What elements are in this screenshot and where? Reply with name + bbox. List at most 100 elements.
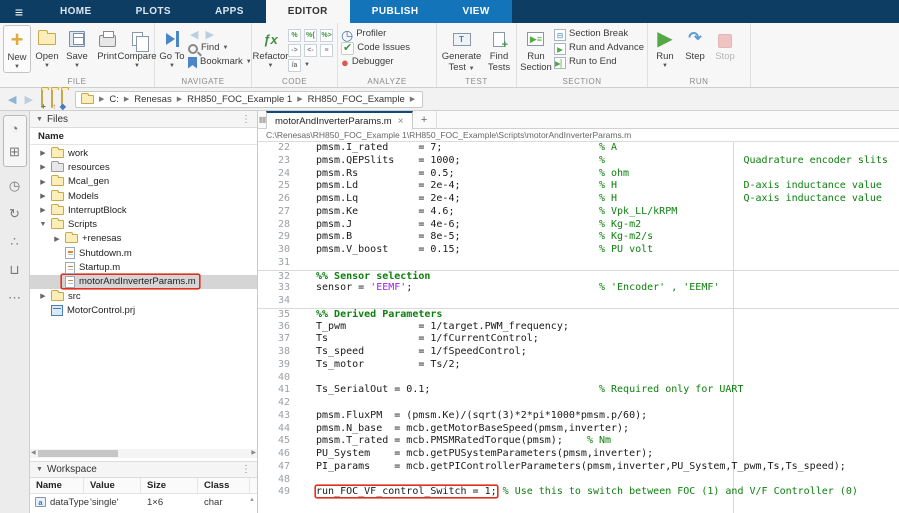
- collapsed-arrow-icon[interactable]: ▶: [52, 235, 62, 243]
- new-folder-icon[interactable]: +: [41, 90, 43, 108]
- cluster-icon[interactable]: ∴: [4, 231, 26, 253]
- collapse-arrow-icon[interactable]: ▼: [36, 466, 43, 473]
- tab-apps[interactable]: APPS: [193, 0, 266, 23]
- file-tree-item-mcal-gen[interactable]: ▶Mcal_gen: [30, 175, 257, 189]
- compare-button[interactable]: Compare▼: [123, 25, 151, 71]
- collapsed-arrow-icon[interactable]: ▶: [38, 206, 48, 214]
- workspace-col-name[interactable]: Name: [30, 478, 84, 494]
- tab-home[interactable]: HOME: [38, 0, 114, 23]
- section-break-button[interactable]: ⊟ Section Break: [554, 28, 644, 41]
- collapsed-arrow-icon[interactable]: ▶: [38, 149, 48, 157]
- indent-right-icon[interactable]: ->: [288, 44, 301, 57]
- file-tree-item-work[interactable]: ▶work: [30, 146, 257, 160]
- file-tree-item-shutdown-m[interactable]: Shutdown.m: [30, 246, 257, 260]
- file-tree-item-resources[interactable]: ▶resources: [30, 160, 257, 174]
- workspace-row[interactable]: a dataType 'single' 1×6 char: [30, 495, 257, 510]
- tab-editor[interactable]: EDITOR: [266, 0, 350, 23]
- find-button[interactable]: Find▼: [188, 42, 252, 55]
- breadcrumb[interactable]: ▶ C: ▶ Renesas ▶ RH850_FOC_Example 1 ▶ R…: [75, 91, 423, 108]
- code-area[interactable]: 22pmsm.I_rated = 7; % A23pmsm.QEPSlits =…: [258, 142, 899, 513]
- collapse-arrow-icon[interactable]: ▼: [36, 116, 43, 123]
- run-button[interactable]: ▶ Run▼: [651, 25, 679, 71]
- new-button[interactable]: + New▼: [3, 25, 31, 73]
- archive-box-icon[interactable]: ⊔: [4, 259, 26, 281]
- save-dropdown-arrow[interactable]: ▼: [74, 63, 80, 70]
- dependency-icon[interactable]: ↻: [4, 203, 26, 225]
- workspace-col-value[interactable]: Value: [84, 478, 141, 494]
- code-tools-dropdown-arrow[interactable]: ▼: [304, 59, 318, 72]
- comment-block-icon[interactable]: %{: [304, 29, 317, 42]
- run-dropdown-arrow[interactable]: ▼: [662, 63, 668, 70]
- workspace-panel-header[interactable]: ▼ Workspace ⋮: [30, 461, 257, 478]
- file-tree-item-motorcontrol-prj[interactable]: MotorControl.prj: [30, 303, 257, 317]
- panel-grip-icon[interactable]: ▮▮: [258, 111, 266, 128]
- step-button[interactable]: ↷ Step: [681, 25, 709, 64]
- breadcrumb-segment[interactable]: RH850_FOC_Example 1: [187, 94, 292, 105]
- files-panel-header[interactable]: ▼ Files ⋮: [30, 111, 257, 128]
- debugger-button[interactable]: ● Debugger: [341, 56, 410, 69]
- code-issues-button[interactable]: ✔ Code Issues: [341, 42, 410, 55]
- workspace-scroll-up-icon[interactable]: ▲: [249, 497, 255, 503]
- breadcrumb-segment[interactable]: Renesas: [134, 94, 172, 105]
- tab-close-icon[interactable]: ×: [398, 116, 404, 127]
- scrollbar-thumb[interactable]: [38, 450, 118, 457]
- nav-back-icon[interactable]: ◀: [6, 93, 18, 106]
- run-and-advance-button[interactable]: ▶ Run and Advance: [554, 42, 644, 55]
- files-kebab-icon[interactable]: ⋮: [241, 114, 251, 125]
- editor-tab-active[interactable]: motorAndInverterParams.m ×: [266, 111, 413, 129]
- file-tree-item-startup-m[interactable]: Startup.m: [30, 260, 257, 274]
- files-name-column-header[interactable]: Name: [30, 128, 257, 145]
- indent-left-icon[interactable]: <-: [304, 44, 317, 57]
- workspace-col-size[interactable]: Size: [141, 478, 198, 494]
- nav-forward-icon[interactable]: ▶: [22, 93, 34, 106]
- tab-plots[interactable]: PLOTS: [114, 0, 193, 23]
- collapsed-arrow-icon[interactable]: ▶: [38, 192, 48, 200]
- file-tree-item-scripts[interactable]: ▼Scripts: [30, 217, 257, 231]
- save-button[interactable]: Save▼: [63, 25, 91, 71]
- more-icon[interactable]: ⋯: [4, 287, 26, 309]
- workspace-col-class[interactable]: Class: [198, 478, 250, 494]
- file-tree-item-src[interactable]: ▶src: [30, 289, 257, 303]
- goto-button[interactable]: Go To▼: [158, 25, 186, 71]
- tab-publish[interactable]: PUBLISH: [350, 0, 441, 23]
- run-to-end-button[interactable]: ▶▏ Run to End: [554, 56, 644, 69]
- file-tree-item-motorandinverterparams-m[interactable]: motorAndInverterParams.m: [30, 275, 257, 289]
- back-arrow-icon[interactable]: ◀: [188, 28, 200, 41]
- scroll-left-arrow-icon[interactable]: ◀: [31, 449, 36, 458]
- open-button[interactable]: Open▼: [33, 25, 61, 71]
- nav-history-arrows[interactable]: ◀ ▶: [188, 28, 252, 41]
- files-horizontal-scrollbar[interactable]: ◀ ▶: [30, 449, 257, 458]
- project-view-icon[interactable]: ◔: [4, 117, 26, 139]
- tab-view[interactable]: VIEW: [441, 0, 512, 23]
- forward-arrow-icon[interactable]: ▶: [203, 28, 215, 41]
- breadcrumb-segment[interactable]: RH850_FOC_Example: [308, 94, 405, 105]
- open-dropdown-arrow[interactable]: ▼: [44, 63, 50, 70]
- scroll-right-arrow-icon[interactable]: ▶: [251, 449, 256, 458]
- hamburger-menu-icon[interactable]: ≡: [0, 0, 38, 23]
- new-tab-button[interactable]: +: [413, 111, 437, 128]
- folder-up-icon[interactable]: ↑: [51, 90, 53, 108]
- layout-grid-icon[interactable]: ⊞: [4, 141, 26, 163]
- browse-folder-icon[interactable]: ◆: [61, 90, 63, 108]
- file-tree-item-interruptblock[interactable]: ▶InterruptBlock: [30, 203, 257, 217]
- generate-test-button[interactable]: T Generate Test ▼: [440, 25, 483, 74]
- new-dropdown-arrow[interactable]: ▼: [14, 64, 20, 71]
- profiler-button[interactable]: ◷ Profiler: [341, 28, 410, 41]
- smart-indent-icon[interactable]: ≡: [320, 44, 333, 57]
- refactor-button[interactable]: ƒx Refactor▼: [255, 25, 286, 71]
- history-icon[interactable]: ◷: [4, 175, 26, 197]
- file-tree-item--renesas[interactable]: ▶+renesas: [30, 232, 257, 246]
- wrap-comments-icon[interactable]: /a: [288, 59, 301, 72]
- collapsed-arrow-icon[interactable]: ▶: [38, 292, 48, 300]
- comment-icon[interactable]: %: [288, 29, 301, 42]
- compare-dropdown-arrow[interactable]: ▼: [134, 63, 140, 70]
- collapsed-arrow-icon[interactable]: ▶: [38, 178, 48, 186]
- bookmark-button[interactable]: Bookmark▼: [188, 56, 252, 69]
- file-tree-item-models[interactable]: ▶Models: [30, 189, 257, 203]
- uncomment-icon[interactable]: %>: [320, 29, 333, 42]
- refactor-dropdown-arrow[interactable]: ▼: [268, 63, 274, 70]
- run-section-button[interactable]: ▶≡ Run Section: [520, 25, 552, 74]
- workspace-kebab-icon[interactable]: ⋮: [241, 464, 251, 475]
- collapsed-arrow-icon[interactable]: ▶: [38, 163, 48, 171]
- expanded-arrow-icon[interactable]: ▼: [38, 221, 48, 228]
